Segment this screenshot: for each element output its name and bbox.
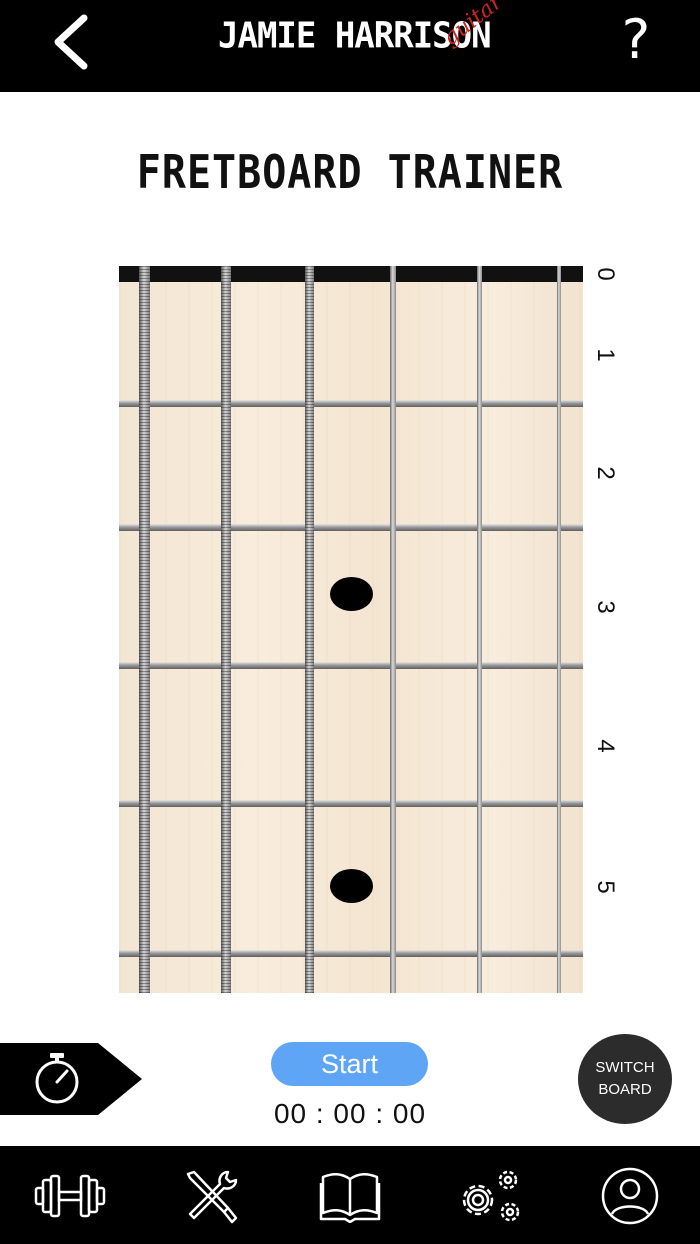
fret-inlay-dot [330, 577, 373, 611]
fret-number: 2 [592, 466, 619, 480]
nav-item-profile[interactable] [590, 1166, 670, 1226]
switch-board-label-line2: BOARD [598, 1081, 652, 1098]
switch-board-button[interactable]: SWITCH BOARD [578, 1034, 672, 1124]
guitar-string [477, 266, 482, 993]
start-button[interactable]: Start [271, 1042, 428, 1086]
book-icon [319, 1173, 381, 1223]
page-title: FRETBOARD TRAINER [136, 146, 564, 200]
tools-icon [186, 1170, 238, 1224]
timer-toggle-tab[interactable] [0, 1043, 142, 1115]
nav-item-library[interactable] [310, 1166, 390, 1226]
app-header: JAMIE HARRISON guitar ? [0, 0, 700, 92]
fret-wire [119, 524, 583, 531]
brand-logo: JAMIE HARRISON guitar [218, 0, 538, 76]
bottom-nav [0, 1146, 700, 1244]
fret-wire [119, 400, 583, 407]
user-icon [601, 1167, 659, 1225]
guitar-string [139, 266, 150, 993]
dumbbell-icon [34, 1174, 106, 1218]
nav-item-settings[interactable] [450, 1166, 530, 1226]
fret-inlay-dot [330, 869, 373, 903]
help-button[interactable]: ? [612, 8, 660, 72]
chevron-left-icon [54, 14, 88, 70]
nav-item-tools[interactable] [170, 1166, 250, 1226]
fret-wire [119, 662, 583, 669]
back-button[interactable] [48, 12, 96, 72]
nav-item-workout[interactable] [30, 1166, 110, 1226]
fret-number: 1 [592, 348, 619, 362]
stopwatch-icon [35, 1053, 79, 1104]
switch-board-label-line1: SWITCH [595, 1059, 655, 1076]
fret-number: 0 [592, 267, 619, 281]
guitar-string [390, 266, 396, 993]
fret-number: 5 [592, 880, 619, 894]
timer-display: 00 : 00 : 00 [273, 1098, 427, 1129]
fret-wire [119, 950, 583, 957]
fretboard[interactable] [119, 266, 583, 993]
fret-number: 4 [592, 739, 619, 753]
guitar-string [557, 266, 561, 993]
guitar-string [221, 266, 231, 993]
fret-number: 3 [592, 600, 619, 614]
gears-icon [462, 1170, 520, 1222]
fretboard-nut [119, 266, 583, 282]
guitar-string [305, 266, 314, 993]
fret-wire [119, 800, 583, 807]
